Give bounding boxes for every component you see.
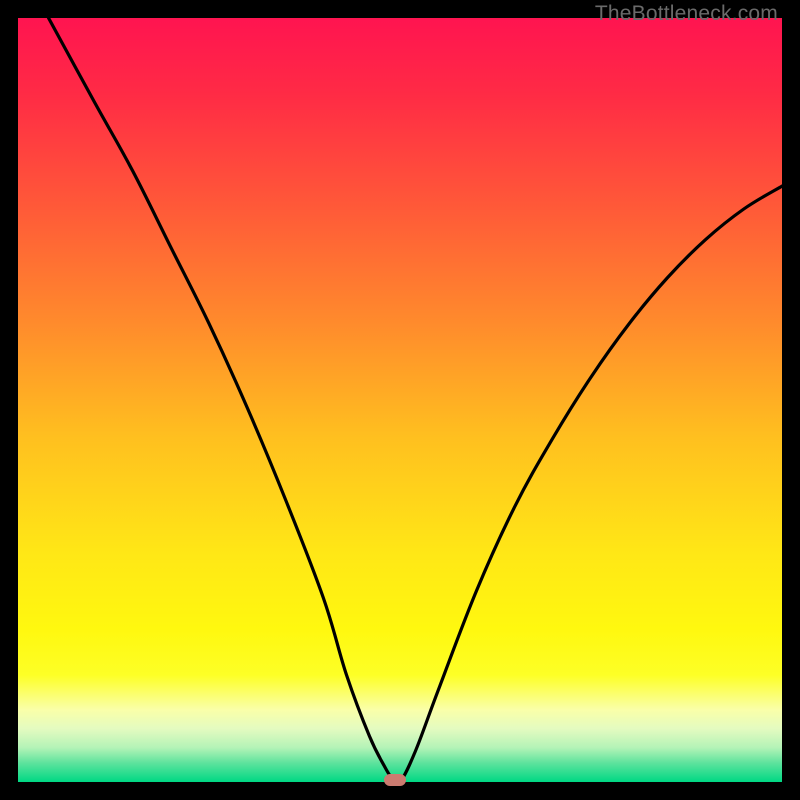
chart-container: TheBottleneck.com <box>0 0 800 800</box>
bottleneck-curve <box>18 18 782 782</box>
watermark-text: TheBottleneck.com <box>595 2 778 26</box>
plot-area <box>18 18 782 782</box>
optimal-point-marker <box>384 774 406 786</box>
